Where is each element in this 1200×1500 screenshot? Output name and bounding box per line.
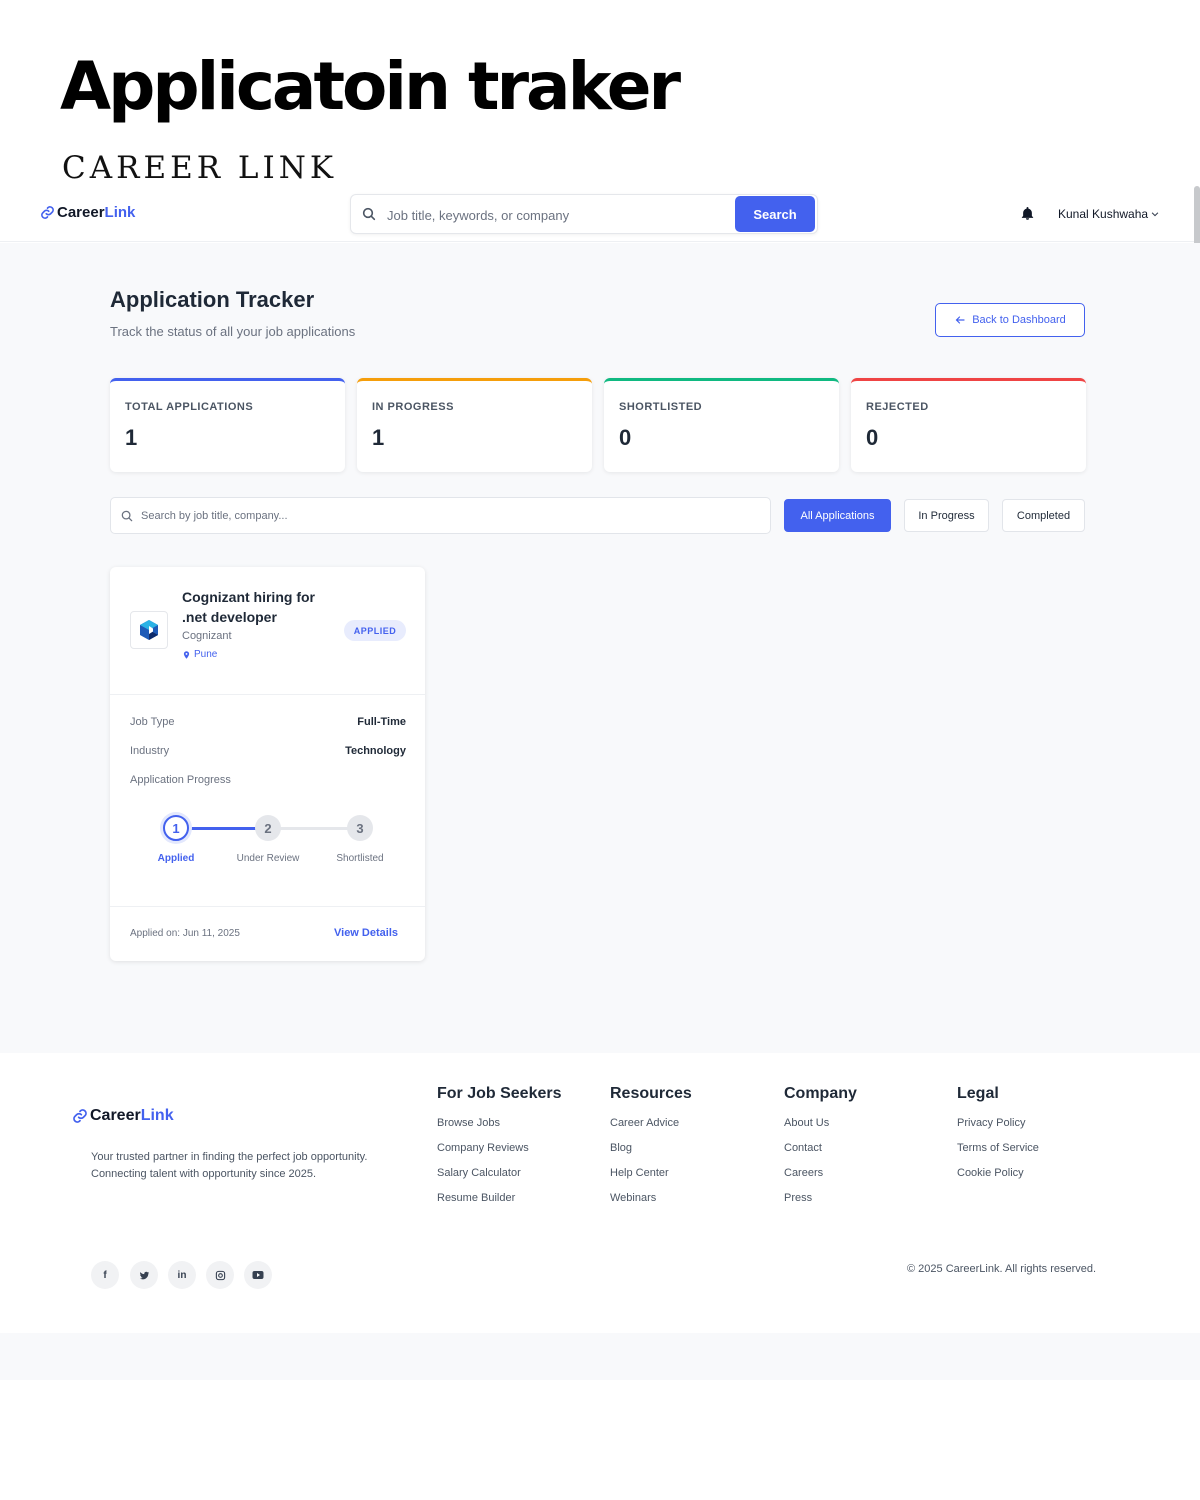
progress-step-1: 1: [163, 815, 189, 841]
footer-link[interactable]: Webinars: [610, 1190, 692, 1215]
top-navbar: CareerLink Search Kunal Kushwaha: [0, 186, 1200, 242]
footer-brand-logo[interactable]: Career Link: [72, 1107, 174, 1125]
linkedin-icon[interactable]: in: [168, 1261, 196, 1289]
company-name: Cognizant: [182, 630, 232, 642]
stat-label: REJECTED: [866, 401, 929, 413]
status-badge: APPLIED: [344, 620, 406, 641]
job-search-input[interactable]: [387, 204, 727, 226]
footer-link[interactable]: Browse Jobs: [437, 1115, 562, 1140]
application-search-input[interactable]: [141, 507, 741, 525]
stat-value: 0: [619, 425, 632, 450]
application-card[interactable]: Cognizant hiring for .net developer Cogn…: [110, 567, 425, 961]
application-progress-label: Application Progress: [130, 774, 231, 786]
stat-card-total: TOTAL APPLICATIONS 1: [110, 378, 345, 472]
footer-link[interactable]: Cookie Policy: [957, 1165, 1039, 1190]
link-icon: [41, 206, 54, 219]
footer-column-title: Legal: [957, 1085, 999, 1102]
location-text: Pune: [194, 649, 218, 660]
progress-step-2: 2: [255, 815, 281, 841]
link-icon: [73, 1109, 87, 1123]
progress-step-label: Applied: [157, 853, 195, 864]
cognizant-logo-icon: [140, 620, 158, 640]
notification-bell-icon[interactable]: [1020, 206, 1035, 221]
view-details-link[interactable]: View Details: [334, 927, 398, 939]
job-type-value: Full-Time: [357, 716, 406, 728]
stat-card-shortlisted: SHORTLISTED 0: [604, 378, 839, 472]
filter-all-applications-button[interactable]: All Applications: [784, 499, 891, 532]
main-content: Application Tracker Track the status of …: [0, 243, 1200, 1053]
user-menu[interactable]: Kunal Kushwaha: [1058, 207, 1160, 221]
application-search-bar: [110, 497, 771, 534]
footer-column-title: For Job Seekers: [437, 1085, 562, 1102]
back-to-dashboard-button[interactable]: Back to Dashboard: [935, 303, 1085, 337]
brand-name-part1: Career: [57, 204, 105, 221]
footer-link[interactable]: Press: [784, 1190, 857, 1215]
stat-card-in-progress: IN PROGRESS 1: [357, 378, 592, 472]
location-pin-icon: [183, 650, 190, 659]
page-subtitle: Track the status of all your job applica…: [110, 324, 356, 339]
page-title: Application Tracker: [110, 287, 315, 312]
footer-link[interactable]: Resume Builder: [437, 1190, 562, 1215]
footer-link[interactable]: Help Center: [610, 1165, 692, 1190]
company-logo: [130, 611, 168, 649]
stat-value: 1: [125, 425, 138, 450]
footer-link[interactable]: Company Reviews: [437, 1140, 562, 1165]
stat-label: SHORTLISTED: [619, 401, 703, 413]
search-icon: [362, 207, 376, 221]
card-divider: [110, 906, 425, 907]
facebook-icon[interactable]: f: [91, 1261, 119, 1289]
stat-label: TOTAL APPLICATIONS: [125, 401, 254, 413]
progress-step-label: Shortlisted: [336, 853, 384, 864]
job-title[interactable]: Cognizant hiring for .net developer: [182, 587, 342, 627]
copyright-text: © 2025 CareerLink. All rights reserved.: [907, 1263, 1097, 1275]
footer-link[interactable]: Salary Calculator: [437, 1165, 562, 1190]
brand-name-part2: Link: [104, 204, 136, 221]
footer-link[interactable]: About Us: [784, 1115, 857, 1140]
progress-step-label: Under Review: [236, 853, 300, 864]
footer-column-resources: Resources Career Advice Blog Help Center…: [610, 1085, 692, 1215]
brand-name-part1: Career: [90, 1107, 141, 1124]
stat-value: 1: [372, 425, 385, 450]
applied-date: Applied on: Jun 11, 2025: [130, 928, 240, 939]
poster-subtitle: CAREER LINK: [62, 150, 338, 186]
search-icon: [121, 510, 133, 522]
bottom-strip: [0, 1333, 1200, 1380]
user-name: Kunal Kushwaha: [1058, 207, 1149, 221]
footer-link[interactable]: Blog: [610, 1140, 692, 1165]
youtube-icon[interactable]: [244, 1261, 272, 1289]
footer-column-legal: Legal Privacy Policy Terms of Service Co…: [957, 1085, 1039, 1190]
chevron-down-icon: [1151, 212, 1159, 217]
filter-in-progress-button[interactable]: In Progress: [904, 499, 989, 532]
twitter-icon[interactable]: [130, 1261, 158, 1289]
footer-column-title: Company: [784, 1085, 857, 1102]
footer-column-company: Company About Us Contact Careers Press: [784, 1085, 857, 1215]
industry-value: Technology: [345, 745, 406, 757]
stat-value: 0: [866, 425, 879, 450]
footer-column-title: Resources: [610, 1085, 692, 1102]
footer-link[interactable]: Careers: [784, 1165, 857, 1190]
footer-column-job-seekers: For Job Seekers Browse Jobs Company Revi…: [437, 1085, 562, 1215]
footer-link[interactable]: Career Advice: [610, 1115, 692, 1140]
footer-link[interactable]: Privacy Policy: [957, 1115, 1039, 1140]
stat-card-rejected: REJECTED 0: [851, 378, 1086, 472]
job-location: Pune: [182, 649, 217, 660]
site-footer: Career Link Your trusted partner in findi…: [0, 1053, 1200, 1333]
job-type-label: Job Type: [130, 716, 175, 728]
card-divider: [110, 694, 425, 695]
search-button[interactable]: Search: [735, 196, 815, 232]
industry-label: Industry: [130, 745, 170, 757]
footer-description: Your trusted partner in finding the perf…: [91, 1151, 368, 1180]
back-button-label: Back to Dashboard: [972, 314, 1066, 326]
footer-link[interactable]: Contact: [784, 1140, 857, 1165]
poster-title: Applicatoin traker: [60, 48, 681, 125]
instagram-icon[interactable]: [206, 1261, 234, 1289]
brand-logo[interactable]: Career Link: [40, 204, 135, 221]
footer-link[interactable]: Terms of Service: [957, 1140, 1039, 1165]
stat-label: IN PROGRESS: [372, 401, 454, 413]
job-search-bar: Search: [350, 194, 818, 234]
brand-name-part2: Link: [140, 1107, 174, 1124]
filter-completed-button[interactable]: Completed: [1002, 499, 1085, 532]
progress-step-3: 3: [347, 815, 373, 841]
arrow-left-icon: [955, 316, 965, 324]
